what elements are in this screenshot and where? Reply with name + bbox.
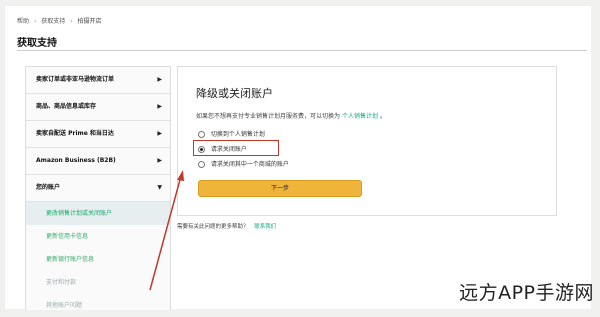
watermark-text: 远方APP手游网 — [459, 282, 594, 304]
annotation-arrow-icon — [149, 170, 184, 291]
